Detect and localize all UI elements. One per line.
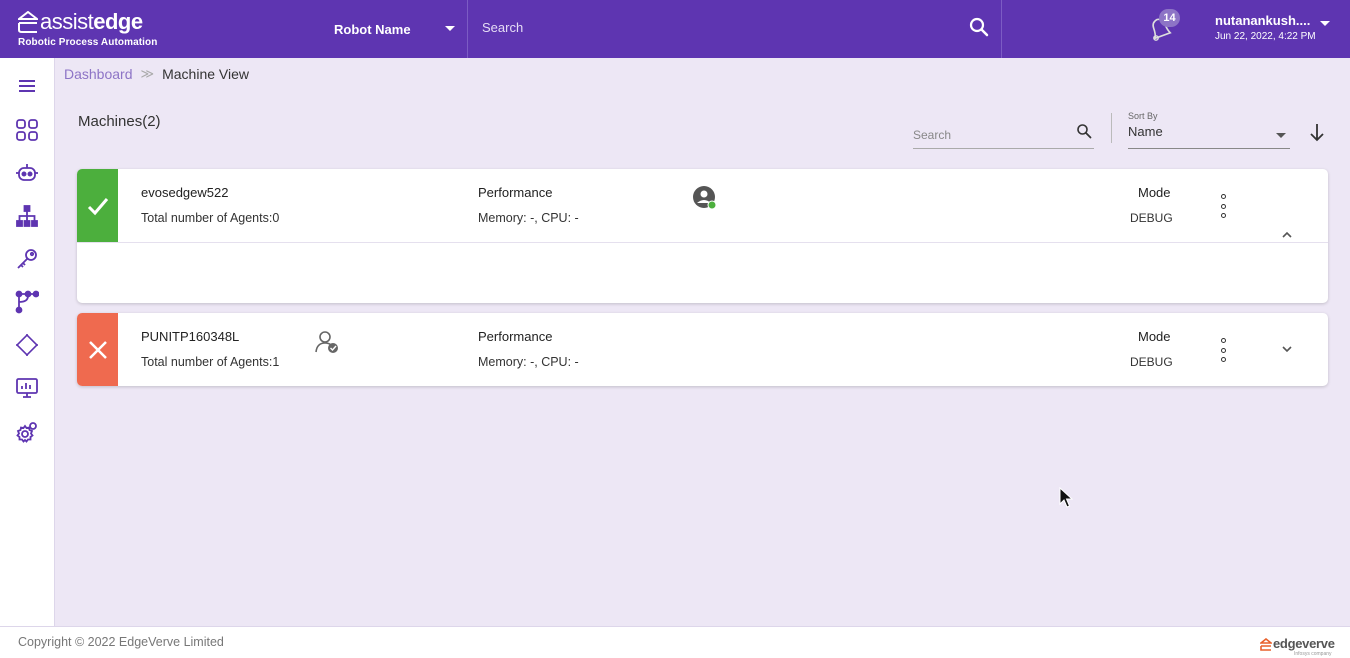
sort-by-label: Sort By (1128, 111, 1158, 121)
mouse-cursor-icon (1059, 487, 1073, 508)
robot-name-select[interactable]: Robot Name (320, 0, 467, 58)
page-title: Machines(2) (78, 113, 161, 130)
performance-label: Performance (478, 185, 553, 200)
machine-search-input[interactable]: Search (913, 123, 1094, 149)
performance-value: Memory: -, CPU: - (478, 355, 579, 369)
performance-label: Performance (478, 329, 553, 344)
chevron-down-icon[interactable] (1280, 344, 1294, 354)
user-menu-chevron-down-icon[interactable] (1320, 21, 1330, 26)
sort-by-value: Name (1128, 124, 1163, 139)
toolbar-divider (1111, 113, 1112, 143)
key-icon[interactable] (14, 246, 40, 272)
user-datetime: Jun 22, 2022, 4:22 PM (1215, 31, 1316, 42)
hierarchy-icon[interactable] (14, 203, 40, 229)
user-status-icon (693, 186, 717, 210)
breadcrumb-current: Machine View (162, 66, 250, 82)
user-menu[interactable]: nutanankush.... Jun 22, 2022, 4:22 PM (1215, 13, 1340, 42)
edgeverve-brand-text: edgeverve (1273, 636, 1335, 651)
logo-text-bold: edge (93, 9, 143, 34)
mode-value: DEBUG (1130, 211, 1173, 225)
sort-by-select[interactable]: Sort By Name (1128, 111, 1290, 149)
checkmark-icon (87, 197, 108, 215)
machine-name: PUNITP160348L (141, 329, 240, 344)
more-options-icon[interactable] (1215, 194, 1231, 218)
close-x-icon (88, 340, 107, 359)
chevron-up-icon[interactable] (1280, 230, 1294, 240)
breadcrumb-separator-icon: ≫ (140, 66, 155, 81)
breadcrumb: Dashboard ≫ Machine View (64, 66, 249, 82)
edgeverve-mark-icon (1260, 638, 1272, 651)
logo-subtitle: Robotic Process Automation (18, 37, 158, 48)
performance-value: Memory: -, CPU: - (478, 211, 579, 225)
more-options-icon[interactable] (1215, 338, 1231, 362)
machine-agents-count: Total number of Agents:1 (141, 355, 280, 369)
copyright-text: Copyright © 2022 EdgeVerve Limited (18, 635, 224, 649)
chip-icon[interactable] (14, 332, 40, 358)
settings-gear-icon[interactable] (14, 419, 40, 445)
global-search-placeholder: Search (482, 20, 524, 35)
status-success-badge (77, 169, 118, 242)
machine-name: evosedgew522 (141, 185, 229, 200)
global-search-input[interactable]: Search (467, 0, 1002, 58)
footer: Copyright © 2022 EdgeVerve Limited edgev… (0, 626, 1350, 658)
status-error-badge (77, 313, 118, 386)
chevron-down-icon (445, 26, 455, 31)
assistedge-logo[interactable]: assistedge Robotic Process Automation (18, 9, 158, 51)
logo-mark-icon (18, 11, 38, 33)
search-icon[interactable] (1076, 123, 1092, 139)
breadcrumb-dashboard-link[interactable]: Dashboard (64, 66, 133, 82)
monitor-chart-icon[interactable] (14, 375, 40, 401)
edgeverve-logo: edgeverve Infosys company (1260, 636, 1335, 658)
search-icon[interactable] (969, 17, 989, 37)
machine-card[interactable]: PUNITP160348L Total number of Agents:1 P… (77, 313, 1328, 386)
robot-icon[interactable] (14, 160, 40, 186)
mode-value: DEBUG (1130, 355, 1173, 369)
machine-search-placeholder: Search (913, 128, 952, 142)
card-divider (77, 242, 1328, 243)
notification-count-badge: 14 (1159, 9, 1180, 27)
sidebar (0, 58, 55, 626)
machine-agents-count: Total number of Agents:0 (141, 211, 280, 225)
sort-direction-arrow-icon[interactable] (1308, 122, 1326, 142)
dashboard-grid-icon[interactable] (14, 117, 40, 143)
edgeverve-brand-subtext: Infosys company (1294, 651, 1332, 657)
robot-select-value: Robot Name (334, 21, 411, 37)
workflow-icon[interactable] (14, 289, 40, 315)
user-check-icon (315, 331, 338, 353)
machine-card[interactable]: evosedgew522 Total number of Agents:0 Pe… (77, 169, 1328, 303)
mode-label: Mode (1138, 185, 1171, 200)
mode-label: Mode (1138, 329, 1171, 344)
menu-icon[interactable] (14, 73, 40, 99)
top-bar: assistedge Robotic Process Automation Ro… (0, 0, 1350, 58)
logo-text-light: assist (40, 9, 94, 34)
chevron-down-icon (1276, 133, 1286, 138)
